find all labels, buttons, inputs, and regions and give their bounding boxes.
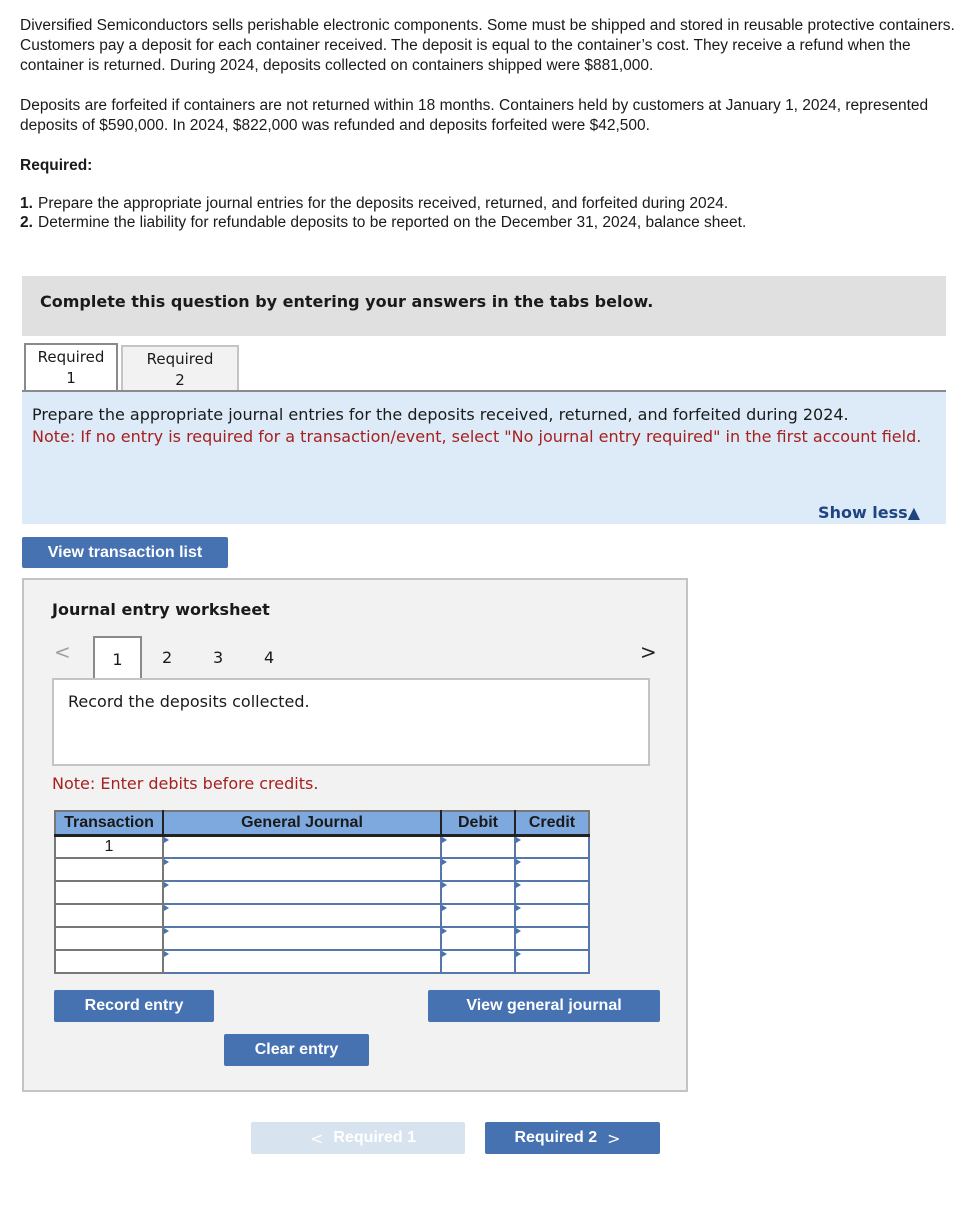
debits-credits-note: Note: Enter debits before credits. xyxy=(52,774,319,793)
transaction-cell: 1 xyxy=(54,834,164,859)
account-input[interactable] xyxy=(162,857,442,882)
required-heading: Required: xyxy=(20,157,93,174)
tab-instructions: Prepare the appropriate journal entries … xyxy=(22,392,946,524)
problem-statement: Diversified Semiconductors sells perisha… xyxy=(20,16,960,232)
column-header-debit: Debit xyxy=(441,811,516,837)
problem-paragraph-1: Diversified Semiconductors sells perisha… xyxy=(20,17,955,74)
credit-input[interactable] xyxy=(514,880,590,905)
column-header-transaction: Transaction xyxy=(55,811,164,837)
credit-input[interactable] xyxy=(514,834,590,859)
transaction-cell xyxy=(54,857,164,882)
credit-input[interactable] xyxy=(514,949,590,974)
table-row xyxy=(54,903,590,928)
account-input[interactable] xyxy=(162,880,442,905)
table-row xyxy=(54,880,590,905)
table-row xyxy=(54,857,590,882)
instruction-note: Note: If no entry is required for a tran… xyxy=(32,427,922,446)
chevron-left-icon[interactable]: < xyxy=(54,640,71,664)
previous-required-1-button[interactable]: < Required 1 xyxy=(251,1122,465,1154)
general-journal-table: Transaction General Journal Debit Credit… xyxy=(54,810,590,974)
requirement-item: 2. Determine the liability for refundable… xyxy=(20,214,747,231)
view-general-journal-button[interactable]: View general journal xyxy=(428,990,660,1022)
debit-input[interactable] xyxy=(440,903,516,928)
requirements-list: 1. Prepare the appropriate journal entrie… xyxy=(20,194,960,232)
debit-input[interactable] xyxy=(440,857,516,882)
worksheet-page-2[interactable]: 2 xyxy=(162,648,172,667)
account-input[interactable] xyxy=(162,949,442,974)
tab-required-2[interactable]: Required 2 xyxy=(121,345,239,392)
debit-input[interactable] xyxy=(440,949,516,974)
account-input[interactable] xyxy=(162,903,442,928)
instructions-banner: Complete this question by entering your … xyxy=(22,276,946,336)
tab-required-1[interactable]: Required 1 xyxy=(24,343,118,392)
next-required-2-button[interactable]: Required 2 > xyxy=(485,1122,660,1154)
debit-input[interactable] xyxy=(440,834,516,859)
view-transaction-list-button[interactable]: View transaction list xyxy=(22,537,228,568)
chevron-right-icon: > xyxy=(607,1128,621,1148)
table-row xyxy=(54,926,590,951)
account-input[interactable] xyxy=(162,926,442,951)
requirement-item: 1. Prepare the appropriate journal entrie… xyxy=(20,195,729,212)
table-row xyxy=(54,949,590,974)
account-input[interactable] xyxy=(162,834,442,859)
credit-input[interactable] xyxy=(514,857,590,882)
debit-input[interactable] xyxy=(440,880,516,905)
worksheet-title: Journal entry worksheet xyxy=(52,600,270,619)
credit-input[interactable] xyxy=(514,926,590,951)
column-header-general-journal: General Journal xyxy=(163,811,442,837)
credit-input[interactable] xyxy=(514,903,590,928)
transaction-description: Record the deposits collected. xyxy=(52,678,650,766)
worksheet-page-4[interactable]: 4 xyxy=(264,648,274,667)
chevron-left-icon: < xyxy=(309,1128,324,1148)
record-entry-button[interactable]: Record entry xyxy=(54,990,214,1022)
journal-entry-worksheet: Journal entry worksheet < 1 2 3 4 > Reco… xyxy=(22,578,688,1092)
problem-paragraph-2: Deposits are forfeited if containers are… xyxy=(20,97,929,134)
worksheet-page-3[interactable]: 3 xyxy=(213,648,223,667)
clear-entry-button[interactable]: Clear entry xyxy=(224,1034,369,1066)
transaction-cell xyxy=(54,880,164,905)
table-row: 1 xyxy=(54,834,590,859)
show-less-link[interactable]: Show less▲ xyxy=(818,502,920,524)
instruction-text: Prepare the appropriate journal entries … xyxy=(32,405,849,424)
worksheet-page-1[interactable]: 1 xyxy=(93,636,142,678)
debit-input[interactable] xyxy=(440,926,516,951)
transaction-cell xyxy=(54,949,164,974)
transaction-cell xyxy=(54,903,164,928)
column-header-credit: Credit xyxy=(515,811,589,837)
transaction-cell xyxy=(54,926,164,951)
chevron-right-icon[interactable]: > xyxy=(640,640,657,664)
